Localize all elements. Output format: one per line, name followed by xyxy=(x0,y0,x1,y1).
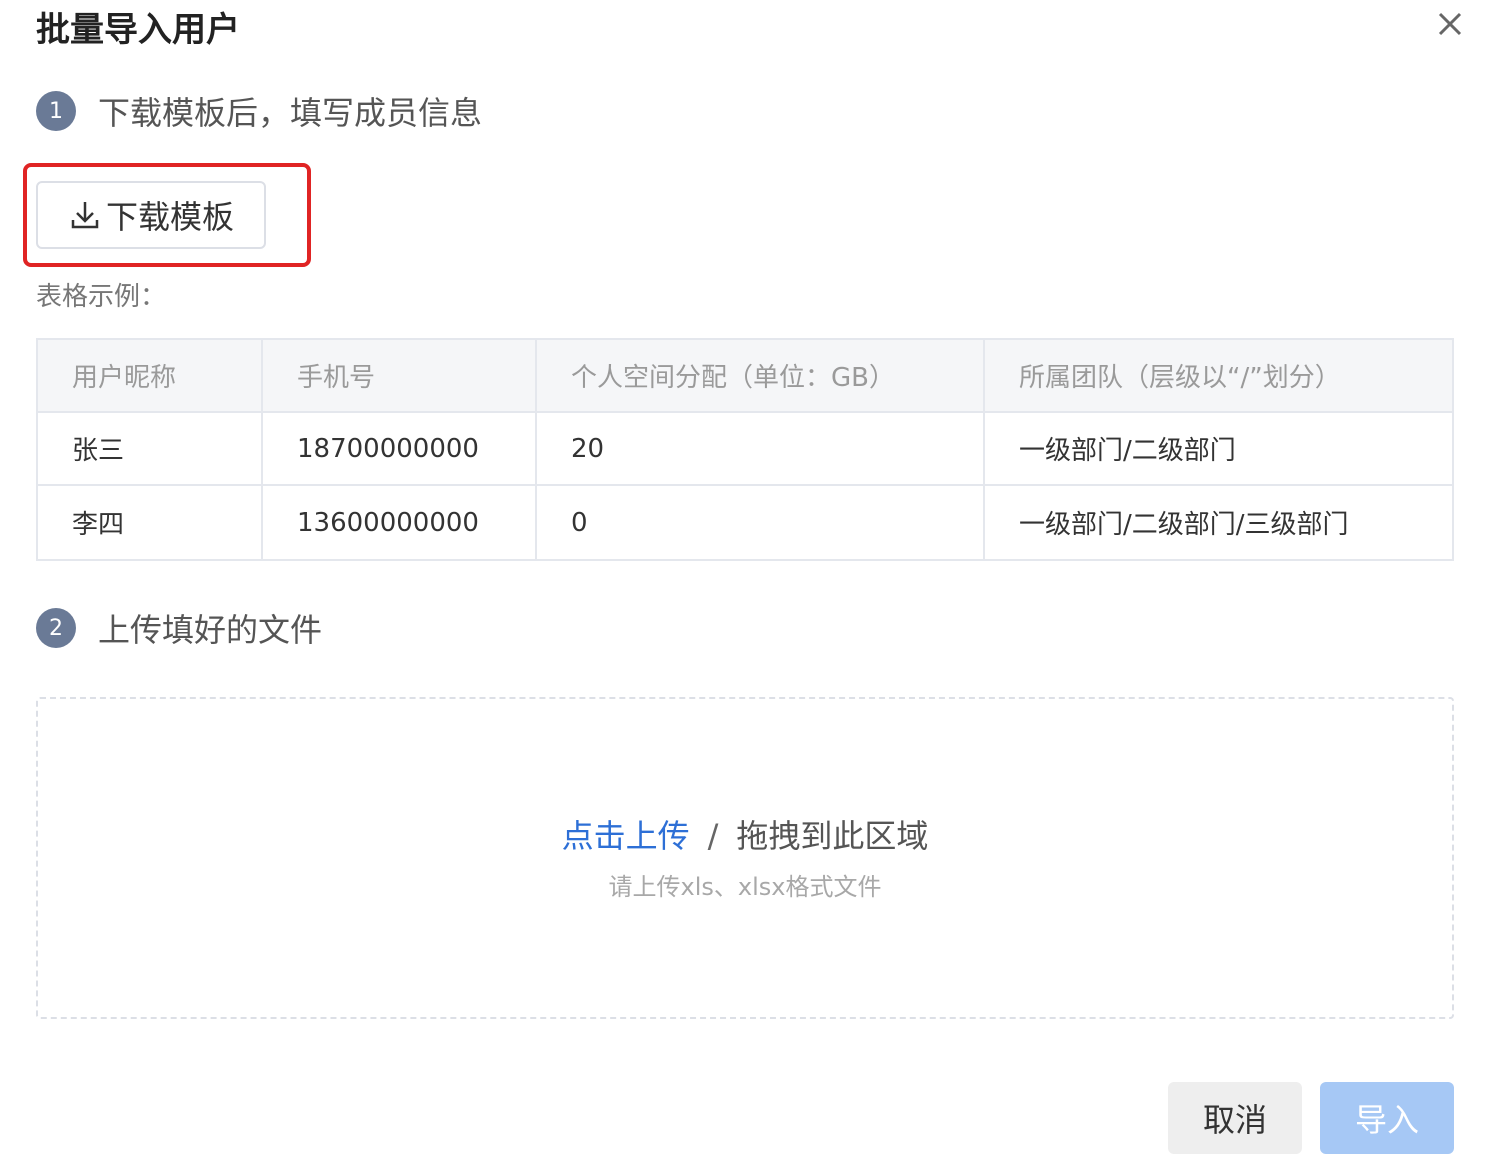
table-row: 李四 13600000000 0 一级部门/二级部门/三级部门 xyxy=(38,486,1452,559)
cell-team: 一级部门/二级部门 xyxy=(1019,436,1236,466)
import-button[interactable]: 导入 xyxy=(1320,1082,1454,1154)
click-upload-link[interactable]: 点击上传 xyxy=(562,817,690,855)
step-2: 2 上传填好的文件 xyxy=(36,606,322,650)
step-1-text: 下载模板后，填写成员信息 xyxy=(98,94,483,132)
upload-separator: / xyxy=(707,817,719,855)
table-row: 张三 18700000000 20 一级部门/二级部门 xyxy=(38,413,1452,486)
step-1-badge: 1 xyxy=(36,91,76,131)
cell-nickname: 李四 xyxy=(38,486,263,559)
cell-nickname: 张三 xyxy=(38,413,263,484)
download-template-label: 下载模板 xyxy=(105,198,234,236)
upload-instructions: 点击上传 / 拖拽到此区域 xyxy=(38,811,1452,857)
close-button[interactable] xyxy=(1430,4,1470,44)
dialog-title: 批量导入用户 xyxy=(36,10,240,50)
upload-format-hint: 请上传xls、xlsx格式文件 xyxy=(608,873,882,901)
example-table: 用户昵称 手机号 个人空间分配（单位：GB） 所属团队（层级以“/”划分） 张三… xyxy=(36,338,1454,561)
import-users-dialog: 批量导入用户 1 下载模板后，填写成员信息 下载模板 表格示例： 用户昵称 手机… xyxy=(0,0,1492,1171)
step-2-badge: 2 xyxy=(36,608,76,648)
step-1: 1 下载模板后，填写成员信息 xyxy=(36,89,482,133)
header-space: 个人空间分配（单位：GB） xyxy=(537,340,985,411)
download-icon xyxy=(71,202,99,229)
cell-team: 一级部门/二级部门/三级部门 xyxy=(1019,510,1349,540)
download-template-button[interactable]: 下载模板 xyxy=(36,181,266,249)
header-team: 所属团队（层级以“/”划分） xyxy=(1019,363,1341,393)
step-2-text: 上传填好的文件 xyxy=(98,611,323,649)
table-header-row: 用户昵称 手机号 个人空间分配（单位：GB） 所属团队（层级以“/”划分） xyxy=(38,340,1452,413)
close-icon xyxy=(1438,12,1462,36)
cell-space: 0 xyxy=(537,486,985,559)
cell-phone: 13600000000 xyxy=(263,486,537,559)
cell-space: 20 xyxy=(537,413,985,484)
cell-phone: 18700000000 xyxy=(263,413,537,484)
header-nickname: 用户昵称 xyxy=(38,340,263,411)
upload-dropzone[interactable]: 点击上传 / 拖拽到此区域 请上传xls、xlsx格式文件 xyxy=(36,697,1454,1019)
table-example-label: 表格示例： xyxy=(36,282,167,312)
header-phone: 手机号 xyxy=(263,340,537,411)
drag-area-text: 拖拽到此区域 xyxy=(736,817,929,855)
cancel-button[interactable]: 取消 xyxy=(1168,1082,1302,1154)
